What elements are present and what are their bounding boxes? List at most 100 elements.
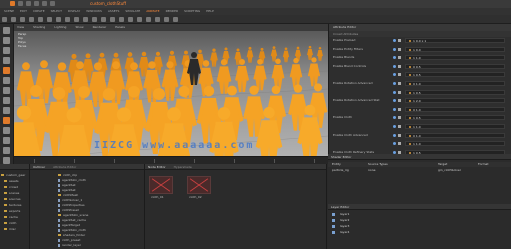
outliner-item[interactable]: cloth_clip bbox=[58, 173, 77, 177]
attribute-value-field[interactable]: 0 1.0 bbox=[405, 81, 505, 86]
attribute-key-icon[interactable] bbox=[393, 99, 396, 103]
attribute-row[interactable]: Enable Cloth Advanced 0 1.0 bbox=[329, 132, 511, 138]
attribute-row[interactable]: 0 1.0 bbox=[329, 106, 511, 112]
tab-outliner[interactable]: Outliner bbox=[33, 164, 45, 170]
attribute-key-icon[interactable] bbox=[393, 56, 396, 60]
shelf-tool-icon[interactable] bbox=[2, 17, 7, 22]
attribute-value-field[interactable]: 0 0.5 bbox=[405, 63, 505, 69]
project-tree-item[interactable]: sources bbox=[4, 197, 21, 201]
shelf-tool-icon[interactable] bbox=[119, 17, 124, 22]
viewport-menu-panels[interactable]: Panels bbox=[115, 24, 125, 31]
attribute-row[interactable]: Enable Blends 1 1.0 bbox=[329, 55, 511, 61]
attribute-key-icon[interactable] bbox=[393, 125, 396, 128]
shelf-tool-icon[interactable] bbox=[128, 17, 133, 22]
viewport-3d[interactable]: View Shading Lighting Show Renderer Pane… bbox=[14, 24, 328, 164]
grid-tool-icon[interactable] bbox=[3, 147, 10, 154]
attribute-map-icon[interactable] bbox=[398, 64, 401, 68]
attribute-row[interactable]: 1 0.5 bbox=[329, 89, 511, 95]
attribute-map-icon[interactable] bbox=[398, 107, 401, 111]
project-tree-item[interactable]: scenes bbox=[4, 191, 19, 195]
column-target[interactable]: Target bbox=[438, 162, 447, 167]
open-scene-icon[interactable] bbox=[26, 1, 31, 6]
attribute-map-icon[interactable] bbox=[398, 99, 401, 103]
attribute-row[interactable]: Enable Blend Controls 0 0.5 bbox=[329, 63, 511, 69]
menu-render[interactable]: RENDER bbox=[166, 8, 179, 15]
attribute-key-icon[interactable] bbox=[393, 73, 396, 77]
project-tree-item[interactable]: textures bbox=[4, 203, 21, 207]
attribute-map-icon[interactable] bbox=[398, 39, 401, 42]
move-tool-icon[interactable] bbox=[3, 37, 10, 44]
shelf-tool-icon[interactable] bbox=[146, 17, 151, 22]
column-source-types[interactable]: Source Types bbox=[368, 162, 388, 167]
outliner-item[interactable]: agentSet bbox=[58, 183, 76, 187]
attribute-value-field[interactable]: 1 0.0 x 1 bbox=[405, 38, 505, 43]
attribute-map-icon[interactable] bbox=[398, 82, 401, 85]
outliner-item[interactable]: clothProperties bbox=[58, 203, 85, 207]
shelf-tool-icon[interactable] bbox=[173, 17, 178, 22]
attribute-key-icon[interactable] bbox=[393, 142, 396, 146]
shelf-tool-icon[interactable] bbox=[92, 17, 97, 22]
attribute-map-icon[interactable] bbox=[398, 133, 401, 137]
attribute-value-field[interactable]: 0 1.0 bbox=[405, 132, 505, 138]
new-scene-icon[interactable] bbox=[18, 1, 23, 6]
layer-visibility-icon[interactable] bbox=[332, 219, 335, 222]
layer-row[interactable]: layer2 bbox=[328, 218, 511, 223]
attribute-row[interactable]: Enable Preload 1 0.0 x 1 bbox=[329, 38, 511, 43]
layer-visibility-icon[interactable] bbox=[332, 225, 335, 228]
rotate-tool-icon[interactable] bbox=[3, 47, 10, 54]
attribute-key-icon[interactable] bbox=[393, 90, 396, 94]
layer-visibility-icon[interactable] bbox=[332, 213, 335, 216]
undo-icon[interactable] bbox=[42, 1, 47, 6]
shelf-tool-icon[interactable] bbox=[29, 17, 34, 22]
project-tree-item[interactable]: crowd bbox=[4, 185, 18, 189]
attribute-map-icon[interactable] bbox=[398, 142, 401, 146]
attribute-value-field[interactable]: 1 0.5 bbox=[405, 89, 505, 95]
menu-edit[interactable]: EDIT bbox=[20, 8, 27, 15]
project-tree-item[interactable]: exports bbox=[4, 209, 20, 213]
pen-tool-icon[interactable] bbox=[3, 107, 10, 114]
attribute-row[interactable]: 1 1.0 bbox=[329, 124, 511, 129]
attribute-value-field[interactable]: 1 2.0 bbox=[405, 98, 505, 104]
tab-hypershade[interactable]: Hypershade bbox=[174, 164, 192, 170]
layer-row[interactable]: layer1 bbox=[328, 212, 511, 217]
column-entity[interactable]: Entity bbox=[332, 162, 341, 167]
attribute-tab[interactable]: Crowd Attributes bbox=[333, 32, 358, 36]
attribute-row[interactable]: Enable Rotation Advanced 0 1.0 bbox=[329, 81, 511, 86]
shelf-tool-icon[interactable] bbox=[20, 17, 25, 22]
viewport-menu-shading[interactable]: Shading bbox=[33, 24, 45, 31]
viewport-menu-renderer[interactable]: Renderer bbox=[93, 24, 107, 31]
attribute-key-icon[interactable] bbox=[393, 39, 396, 42]
attribute-row[interactable]: 1 1.0 bbox=[329, 141, 511, 147]
tab-attribute-editor[interactable]: Attribute Editor bbox=[53, 164, 76, 170]
outliner-item[interactable]: agentSkin_cloth bbox=[58, 178, 86, 182]
outliner-item[interactable]: agentSkin_cloth bbox=[58, 228, 86, 232]
layout-tool-icon[interactable] bbox=[3, 137, 10, 144]
shelf-tool-icon[interactable] bbox=[83, 17, 88, 22]
column-format[interactable]: Format bbox=[478, 162, 489, 167]
shader-row[interactable]: particle_rig none gin_clothSolver bbox=[328, 168, 511, 173]
outliner-item[interactable]: agentSet_cache bbox=[58, 218, 86, 222]
menu-animate[interactable]: ANIMATE bbox=[146, 8, 159, 15]
outliner-item[interactable]: shaders_folder bbox=[58, 233, 85, 237]
camera-tool-icon[interactable] bbox=[3, 127, 10, 134]
menu-create[interactable]: CREATE bbox=[33, 8, 45, 15]
menu-scene[interactable]: SCENE bbox=[4, 8, 14, 15]
layer-row[interactable]: layer3 bbox=[328, 224, 511, 229]
outliner-item[interactable]: agentSet bbox=[58, 188, 76, 192]
menu-display[interactable]: DISPLAY bbox=[68, 8, 80, 15]
shelf-tool-icon[interactable] bbox=[65, 17, 70, 22]
attribute-map-icon[interactable] bbox=[398, 90, 401, 94]
paint-tool-icon[interactable] bbox=[3, 77, 10, 84]
shelf-tool-icon[interactable] bbox=[110, 17, 115, 22]
emitter-tool-icon[interactable] bbox=[3, 117, 10, 124]
attribute-map-icon[interactable] bbox=[398, 125, 401, 128]
menu-select[interactable]: SELECT bbox=[51, 8, 62, 15]
project-tree-item[interactable]: cache bbox=[4, 215, 18, 219]
lasso-tool-icon[interactable] bbox=[3, 87, 10, 94]
project-tree-item[interactable]: cloth bbox=[4, 221, 16, 225]
attribute-key-icon[interactable] bbox=[393, 107, 396, 111]
outliner-item[interactable]: cloth_preset bbox=[58, 238, 80, 242]
misc-tool-icon[interactable] bbox=[3, 157, 10, 164]
outliner-item[interactable]: clothSolver_1 bbox=[58, 198, 82, 202]
menu-windows[interactable]: WINDOWS bbox=[86, 8, 102, 15]
